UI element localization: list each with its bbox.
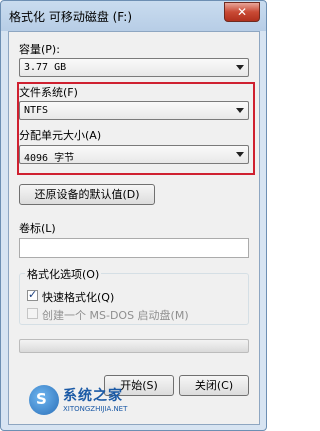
filesystem-value: NTFS xyxy=(24,105,49,116)
allocation-value: 4096 字节 xyxy=(24,153,75,164)
restore-defaults-button[interactable]: 还原设备的默认值(D) xyxy=(19,184,155,205)
allocation-select[interactable]: 4096 字节 xyxy=(19,145,249,164)
window-title: 格式化 可移动磁盘 (F:) xyxy=(9,10,133,24)
dialog-body: 容量(P): 3.77 GB 文件系统(F) NTFS 分配单元大小(A) 40… xyxy=(8,31,260,425)
volume-label-input[interactable] xyxy=(19,238,249,258)
format-dialog: 格式化 可移动磁盘 (F:) ✕ 容量(P): 3.77 GB 文件系统(F) … xyxy=(0,0,267,431)
msdos-startup-label: 创建一个 MS-DOS 启动盘(M) xyxy=(42,309,189,322)
watermark-subtext: XITONGZHIJIA.NET xyxy=(63,405,128,413)
close-button[interactable]: 关闭(C) xyxy=(179,375,249,396)
allocation-label: 分配单元大小(A) xyxy=(19,129,102,142)
filesystem-label: 文件系统(F) xyxy=(19,86,78,99)
volume-label-label: 卷标(L) xyxy=(19,222,56,235)
capacity-label: 容量(P): xyxy=(19,43,60,56)
msdos-startup-checkbox[interactable] xyxy=(27,308,38,319)
chevron-down-icon xyxy=(236,65,244,70)
quick-format-checkbox[interactable] xyxy=(27,288,38,301)
close-icon: ✕ xyxy=(236,5,248,19)
close-window-button[interactable]: ✕ xyxy=(224,2,260,22)
title-bar[interactable]: 格式化 可移动磁盘 (F:) ✕ xyxy=(1,1,266,31)
site-logo-icon: S xyxy=(29,385,59,415)
capacity-value: 3.77 GB xyxy=(24,62,67,73)
chevron-down-icon xyxy=(236,108,244,113)
format-progress-bar xyxy=(19,339,249,353)
watermark-text: 系统之家 xyxy=(63,388,123,404)
quick-format-label: 快速格式化(Q) xyxy=(42,291,115,304)
filesystem-select[interactable]: NTFS xyxy=(19,101,249,120)
site-watermark: S 系统之家 XITONGZHIJIA.NET xyxy=(29,383,169,423)
chevron-down-icon xyxy=(236,152,244,157)
format-options-title: 格式化选项(O) xyxy=(25,266,102,282)
capacity-select[interactable]: 3.77 GB xyxy=(19,58,249,77)
